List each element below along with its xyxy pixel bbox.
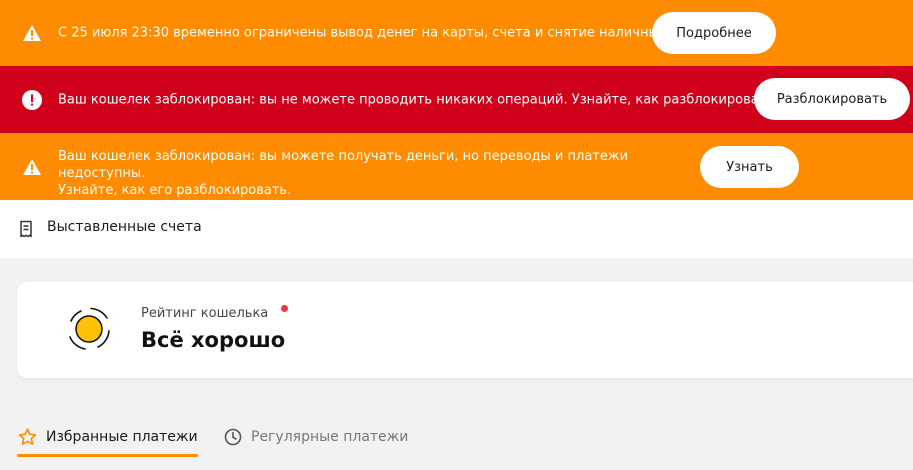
tab-regular-payments[interactable]: Регулярные платежи	[224, 428, 408, 446]
new-indicator-dot	[281, 305, 288, 312]
clock-icon	[224, 428, 242, 446]
issued-invoices-link[interactable]: Выставленные счета	[0, 200, 913, 258]
tab-favorite-payments[interactable]: Избранные платежи	[18, 428, 198, 446]
wallet-partial-block-banner: Ваш кошелек заблокирован: вы можете полу…	[0, 133, 913, 200]
star-icon	[18, 428, 37, 446]
receipt-icon	[18, 220, 34, 242]
wallet-rating-card[interactable]: Рейтинг кошелька Всё хорошо	[17, 282, 913, 378]
details-button[interactable]: Подробнее	[652, 12, 776, 54]
tab-favorite-payments-label: Избранные платежи	[46, 429, 198, 445]
wallet-partial-block-text: Ваш кошелек заблокирован: вы можете полу…	[58, 148, 698, 199]
warning-triangle-icon	[22, 157, 42, 177]
notice-banner-limits: С 25 июля 23:30 временно ограничены выво…	[0, 0, 913, 66]
notice-text: С 25 июля 23:30 временно ограничены выво…	[58, 25, 667, 41]
issued-invoices-label: Выставленные счета	[47, 219, 202, 235]
learn-button[interactable]: Узнать	[700, 146, 799, 188]
payments-tabs: Избранные платежи Регулярные платежи	[0, 420, 913, 470]
exclamation-circle-icon	[22, 89, 42, 110]
tab-regular-payments-label: Регулярные платежи	[251, 429, 409, 445]
wallet-blocked-text: Ваш кошелек заблокирован: вы не можете п…	[58, 92, 774, 107]
warning-triangle-icon	[22, 23, 42, 43]
wallet-blocked-banner: Ваш кошелек заблокирован: вы не можете п…	[0, 66, 913, 133]
wallet-rating-label: Рейтинг кошелька	[141, 306, 269, 321]
wallet-partial-block-line1: Ваш кошелек заблокирован: вы можете полу…	[58, 149, 629, 181]
unblock-button[interactable]: Разблокировать	[754, 78, 910, 120]
wallet-rating-value: Всё хорошо	[141, 328, 286, 352]
rating-circle-icon	[61, 301, 117, 361]
wallet-partial-block-line2: Узнайте, как его разблокировать.	[58, 183, 292, 198]
active-tab-underline	[17, 454, 198, 457]
